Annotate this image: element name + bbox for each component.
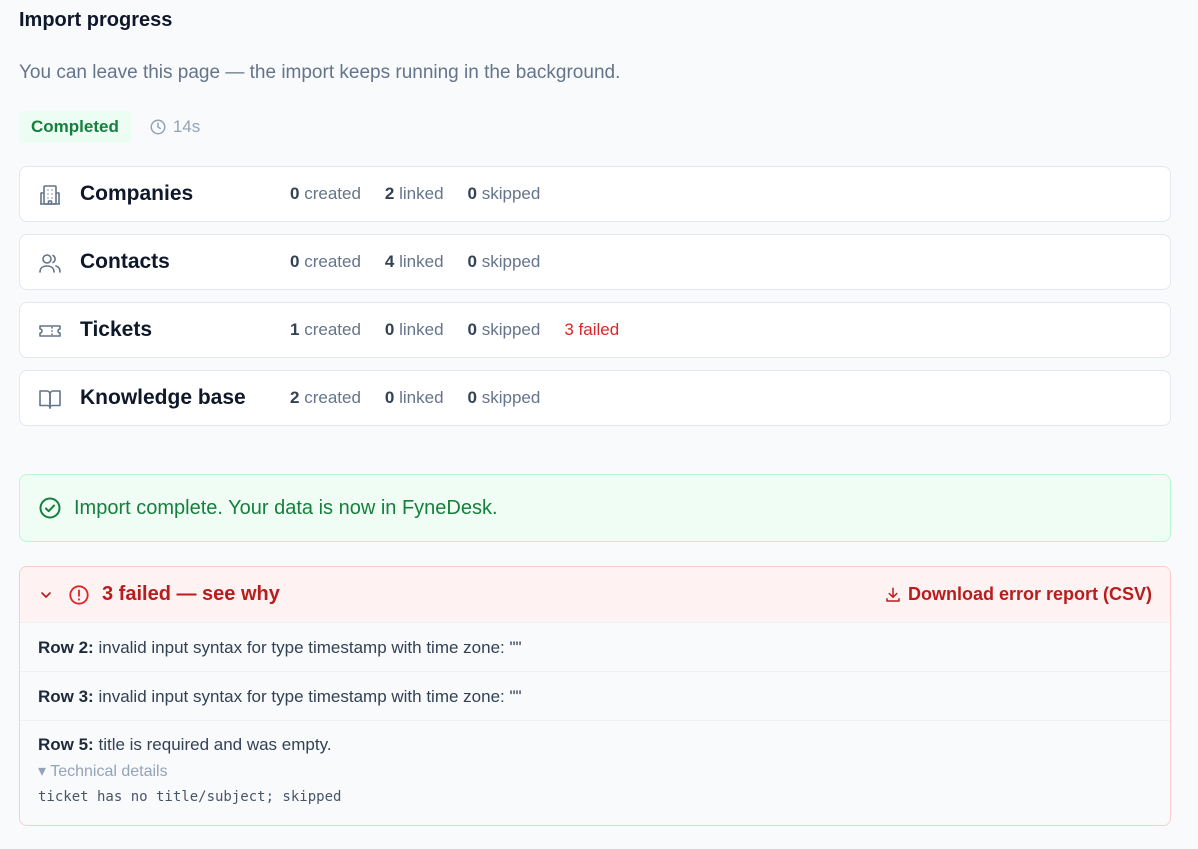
- stat-linked: 2 linked: [384, 184, 444, 203]
- error-row-message: title is required and was empty.: [98, 735, 332, 754]
- entity-stats: 0 created 2 linked 0 skipped: [290, 184, 564, 204]
- entity-name: Knowledge base: [80, 386, 246, 409]
- entity-row-knowledge-base: Knowledge base 2 created 0 linked 0 skip…: [19, 370, 1171, 426]
- error-row-message: invalid input syntax for type timestamp …: [98, 638, 522, 657]
- status-row: Completed 14s: [19, 111, 200, 143]
- stat-created: 0 created: [290, 184, 361, 203]
- clock-icon: [150, 119, 166, 135]
- check-circle-icon: [39, 497, 61, 519]
- entity-row-companies: Companies 0 created 2 linked 0 skipped: [19, 166, 1171, 222]
- entity-stats: 1 created 0 linked 0 skipped 3 failed: [290, 320, 643, 340]
- error-row-label: Row 3:: [38, 687, 94, 706]
- download-error-report-button[interactable]: Download error report (CSV): [884, 584, 1152, 605]
- download-label: Download error report (CSV): [907, 584, 1152, 604]
- page-title: Import progress: [19, 9, 173, 31]
- error-row-message: invalid input syntax for type timestamp …: [98, 687, 522, 706]
- duration: 14s: [149, 117, 200, 137]
- entity-name: Contacts: [80, 250, 170, 273]
- error-row-label: Row 5:: [38, 735, 94, 754]
- stat-failed: 3 failed: [564, 320, 620, 339]
- page-subtitle: You can leave this page — the import kee…: [19, 62, 621, 83]
- stat-skipped: 0 skipped: [467, 252, 541, 271]
- errors-toggle[interactable]: 3 failed — see why Download error report…: [20, 567, 1170, 622]
- error-row: Row 3: invalid input syntax for type tim…: [20, 671, 1170, 720]
- entity-stats: 0 created 4 linked 0 skipped: [290, 252, 564, 272]
- building-icon: [40, 185, 60, 205]
- stat-linked: 4 linked: [384, 252, 444, 271]
- stat-created: 0 created: [290, 252, 361, 271]
- entity-name: Companies: [80, 182, 194, 205]
- entity-name: Tickets: [80, 318, 152, 341]
- alert-circle-icon: [69, 584, 89, 605]
- ticket-icon: [39, 325, 61, 337]
- success-banner: Import complete. Your data is now in Fyn…: [19, 474, 1171, 542]
- users-icon: [39, 254, 61, 273]
- stat-skipped: 0 skipped: [467, 320, 541, 339]
- entity-row-tickets: Tickets 1 created 0 linked 0 skipped 3 f…: [19, 302, 1171, 358]
- error-row: Row 5: title is required and was empty. …: [20, 720, 1170, 825]
- chevron-down-icon[interactable]: [38, 587, 54, 603]
- technical-details-text: ticket has no title/subject; skipped: [38, 789, 342, 805]
- technical-details-toggle[interactable]: ▾ Technical details: [38, 761, 1152, 781]
- stat-created: 2 created: [290, 388, 361, 407]
- download-icon: [886, 587, 900, 602]
- stat-skipped: 0 skipped: [467, 388, 541, 407]
- error-row-label: Row 2:: [38, 638, 94, 657]
- book-icon: [39, 390, 61, 409]
- stat-linked: 0 linked: [384, 320, 444, 339]
- entity-row-contacts: Contacts 0 created 4 linked 0 skipped: [19, 234, 1171, 290]
- stat-linked: 0 linked: [384, 388, 444, 407]
- entity-stats: 2 created 0 linked 0 skipped: [290, 388, 564, 408]
- duration-value: 14s: [172, 117, 201, 136]
- stat-created: 1 created: [290, 320, 361, 339]
- errors-title: 3 failed — see why: [102, 583, 280, 605]
- success-message: Import complete. Your data is now in Fyn…: [74, 496, 498, 519]
- stat-skipped: 0 skipped: [467, 184, 541, 203]
- error-row: Row 2: invalid input syntax for type tim…: [20, 622, 1170, 671]
- errors-panel: 3 failed — see why Download error report…: [19, 566, 1171, 826]
- status-badge: Completed: [19, 111, 131, 143]
